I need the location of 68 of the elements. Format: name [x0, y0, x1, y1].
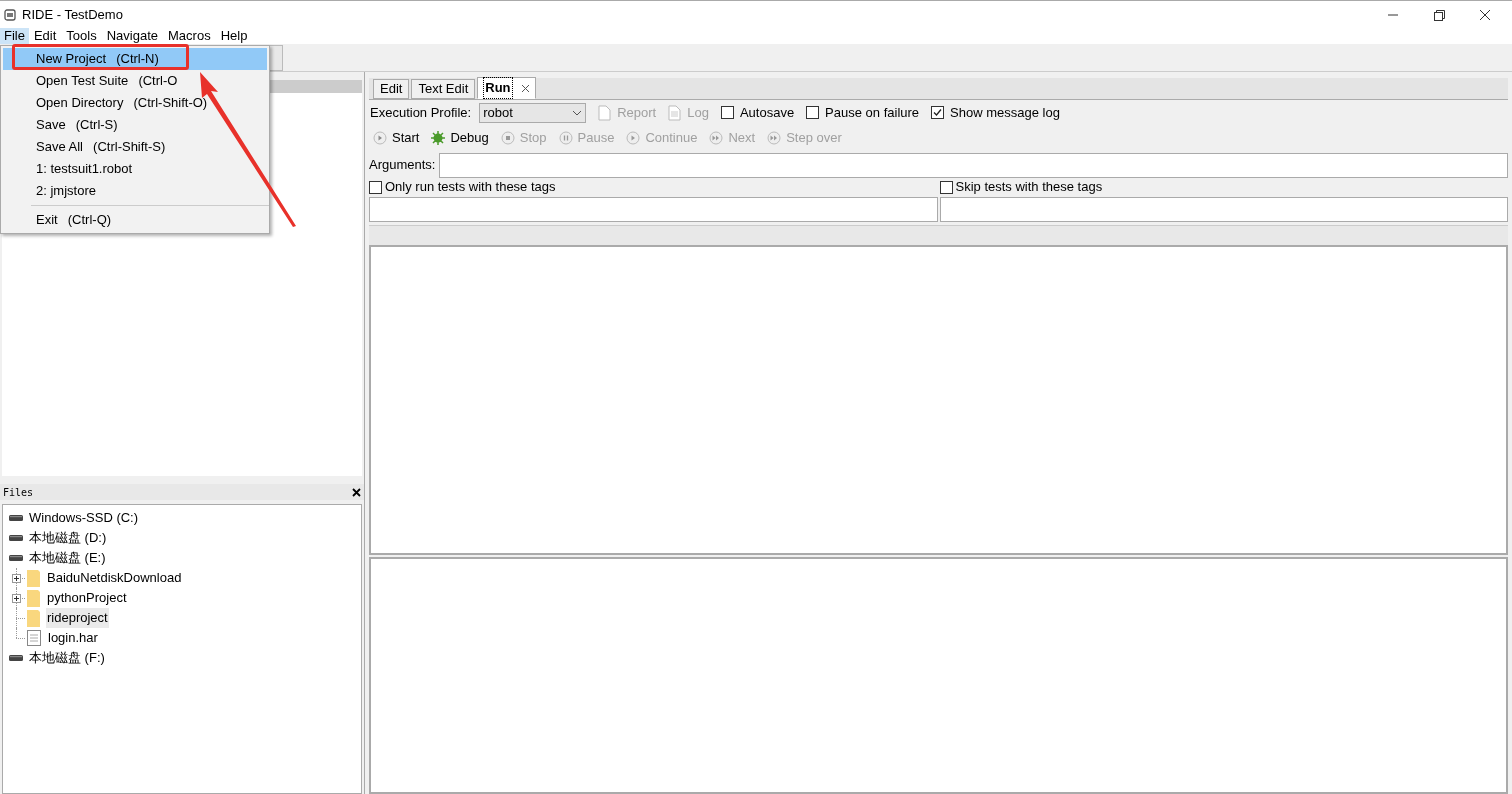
- menu-item[interactable]: Tools: [61, 28, 102, 44]
- tags-field[interactable]: [369, 197, 938, 222]
- drive-icon: [9, 555, 23, 561]
- field-label: Execution Profile:: [370, 103, 472, 122]
- fast-forward-icon: [767, 131, 782, 145]
- menu-item[interactable]: Edit: [28, 28, 62, 44]
- fast-forward-icon: [709, 131, 724, 145]
- tree-item[interactable]: Windows-SSD (C:): [29, 508, 139, 528]
- tree-item[interactable]: pythonProject: [46, 588, 128, 608]
- menu-item[interactable]: Navigate: [101, 28, 164, 44]
- window-title: RIDE - TestDemo: [22, 5, 123, 24]
- panel-title: Files: [3, 485, 34, 500]
- drive-icon: [9, 535, 23, 541]
- folder-icon: [27, 589, 40, 607]
- field-label: Arguments:: [369, 156, 436, 175]
- tree-item[interactable]: 本地磁盘 (F:): [29, 648, 105, 668]
- tree-item[interactable]: login.har: [47, 628, 99, 648]
- menu-item[interactable]: 1: testsuit1.robot: [3, 158, 267, 180]
- menu-item[interactable]: New Project (Ctrl-N): [3, 48, 267, 70]
- checkbox[interactable]: [931, 106, 945, 119]
- checkbox[interactable]: [939, 180, 953, 194]
- profile-dropdown[interactable]: robot: [479, 102, 587, 123]
- menu-item[interactable]: Macros: [163, 28, 216, 44]
- checkbox-label: Autosave: [739, 103, 795, 122]
- tree-item[interactable]: BaiduNetdiskDownload: [46, 568, 183, 588]
- tab[interactable]: Edit: [373, 79, 410, 99]
- tags-field[interactable]: [939, 197, 1508, 222]
- tree-item[interactable]: rideproject: [46, 608, 109, 628]
- app-icon: [4, 8, 16, 21]
- play-icon: [373, 131, 387, 145]
- checkbox-label: Only run tests with these tags: [385, 178, 556, 197]
- run-button[interactable]: Start: [373, 128, 420, 148]
- checkbox-label: Pause on failure: [825, 103, 920, 122]
- menu-item[interactable]: 2: jmjstore: [3, 180, 267, 202]
- document-icon: [668, 104, 682, 121]
- document-icon: [27, 630, 41, 646]
- tab[interactable]: Text Edit: [411, 79, 476, 99]
- checkbox-label: Skip tests with these tags: [955, 178, 1103, 197]
- menu-item[interactable]: Help: [215, 28, 253, 44]
- caret-icon: [572, 109, 583, 116]
- tree-item[interactable]: 本地磁盘 (D:): [29, 528, 107, 548]
- close-icon[interactable]: [352, 487, 361, 497]
- checkbox-label: Show message log: [950, 103, 1060, 122]
- close-icon[interactable]: [520, 83, 530, 93]
- drive-icon: [9, 515, 23, 521]
- checkbox[interactable]: [720, 106, 734, 119]
- arguments-field[interactable]: [439, 152, 1508, 178]
- play-icon: [626, 131, 641, 145]
- checkbox[interactable]: [806, 106, 820, 119]
- stop-icon: [500, 131, 515, 145]
- menu-item[interactable]: Save All (Ctrl-Shift-S): [3, 136, 267, 158]
- menu-item[interactable]: Exit (Ctrl-Q): [3, 209, 267, 231]
- folder-icon: [27, 609, 40, 627]
- pause-icon: [558, 131, 573, 145]
- menu-item[interactable]: Open Directory (Ctrl-Shift-O): [3, 92, 267, 114]
- drive-icon: [9, 655, 23, 661]
- expand-icon[interactable]: [12, 574, 21, 583]
- tree-item[interactable]: 本地磁盘 (E:): [29, 548, 106, 568]
- menu-item[interactable]: Open Test Suite (Ctrl-O: [3, 70, 267, 92]
- folder-icon: [27, 569, 40, 587]
- run-button[interactable]: Debug: [431, 128, 489, 148]
- document-icon: [598, 104, 612, 121]
- tab[interactable]: Run: [477, 77, 536, 99]
- menu-item[interactable]: File: [0, 28, 29, 44]
- checkbox[interactable]: [369, 180, 382, 194]
- expand-icon[interactable]: [12, 594, 21, 603]
- menu-item[interactable]: Save (Ctrl-S): [3, 114, 267, 136]
- bug-icon: [431, 131, 446, 145]
